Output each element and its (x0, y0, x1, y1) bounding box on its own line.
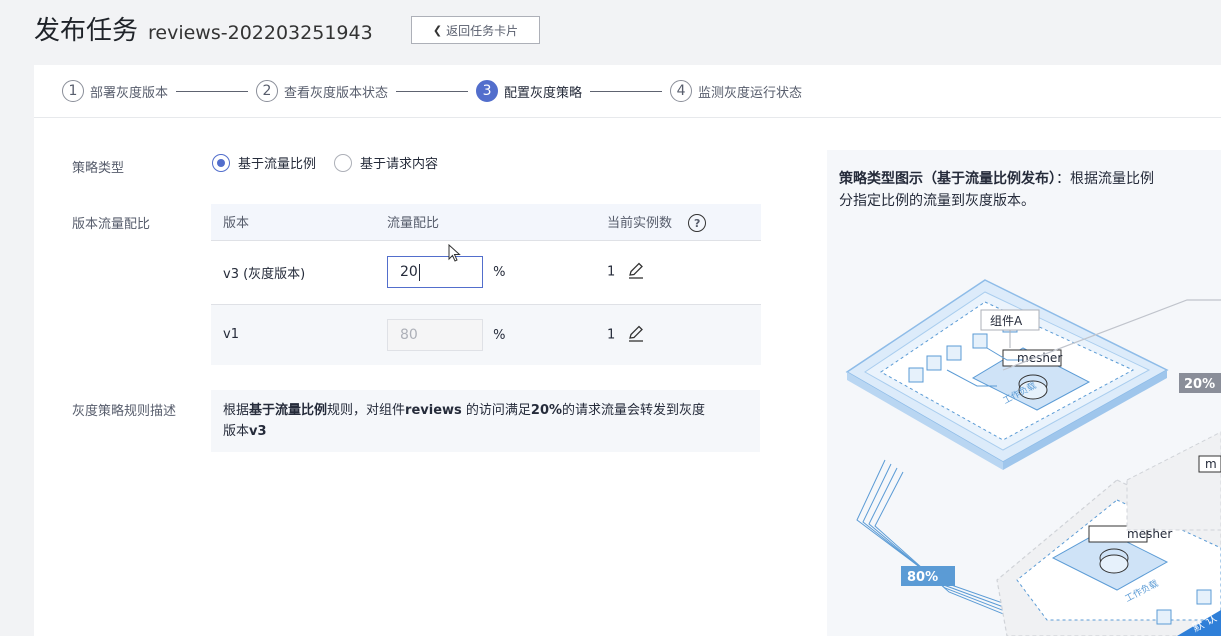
help-icon[interactable]: ? (688, 214, 707, 232)
text-caret (418, 263, 420, 281)
table-row: v1 80 % 1 (211, 303, 761, 365)
component-a-platform (845, 279, 1169, 470)
version-cell: v3 (灰度版本) (211, 239, 375, 304)
edit-pencil-icon[interactable] (627, 324, 645, 346)
step-3-label: 配置灰度策略 (504, 85, 583, 101)
rule-text: 根据 (223, 403, 250, 418)
pct-80-label: 80% (907, 570, 938, 585)
right-edge-label: m (1205, 457, 1217, 471)
traffic-diagram: mesher 工作负载 组件A 20% 80% mesher 工作负载 m 默 … (845, 279, 1221, 636)
back-to-task-card-button[interactable]: ❮ 返回任务卡片 (411, 16, 540, 44)
main-card: 1 部署灰度版本 2 查看灰度版本状态 3 配置灰度策略 4 监测灰度运行状态 … (34, 65, 1221, 636)
rule-text-bold: v3 (249, 424, 267, 439)
instances-cell: 1 (595, 239, 761, 304)
instances-cell: 1 (595, 303, 761, 365)
instance-count: 1 (607, 264, 616, 280)
ratio-cell: 80 % (375, 303, 595, 365)
radio-unchecked-icon[interactable] (334, 153, 353, 172)
version-cell: v1 (211, 303, 375, 365)
step-connector (176, 90, 249, 92)
ratio-cell: 20 % (375, 239, 595, 304)
pct-20-label: 20% (1184, 377, 1215, 392)
table-row: v3 (灰度版本) 20 % 1 (211, 239, 761, 304)
strategy-diagram-panel: 策略类型图示（基于流量比例发布）：根据流量比例 分指定比例的流量到灰度版本。 m… (827, 150, 1221, 636)
col-header-version: 版本 (211, 204, 375, 240)
rule-text: 规则，对组件 (327, 403, 406, 418)
step-2-number: 2 (256, 80, 279, 102)
rule-text: 版本 (223, 424, 250, 439)
rule-text-bold: 20% (530, 403, 563, 418)
radio-request-content[interactable]: 基于请求内容 (334, 153, 438, 172)
mesher-label-top: mesher (1017, 351, 1062, 365)
edit-pencil-icon[interactable] (627, 261, 645, 283)
col-header-instances-label: 当前实例数 (607, 215, 673, 231)
radio-traffic-ratio-label: 基于流量比例 (238, 157, 317, 172)
step-connector (396, 90, 469, 92)
mesher-label-bottom: mesher (1127, 527, 1172, 541)
mouse-cursor-icon (448, 244, 461, 262)
step-1: 1 部署灰度版本 (62, 80, 168, 102)
radio-traffic-ratio[interactable]: 基于流量比例 (212, 153, 316, 172)
step-indicator: 1 部署灰度版本 2 查看灰度版本状态 3 配置灰度策略 4 监测灰度运行状态 (34, 65, 1221, 118)
radio-checked-icon[interactable] (212, 153, 230, 172)
back-button-label: 返回任务卡片 (446, 23, 519, 38)
step-3-number: 3 (476, 80, 499, 102)
policy-type-label: 策略类型 (72, 161, 125, 176)
step-4-label: 监测灰度运行状态 (698, 85, 803, 101)
table-header-row: 版本 流量配比 当前实例数 ? (211, 204, 761, 240)
percent-unit: % (493, 327, 506, 343)
policy-type-radio-group: 基于流量比例 基于请求内容 (212, 153, 446, 172)
col-header-instances: 当前实例数 ? (595, 204, 761, 240)
step-4: 4 监测灰度运行状态 (670, 80, 802, 102)
step-1-number: 1 (62, 80, 84, 102)
rule-text-bold: reviews (405, 403, 462, 418)
percent-unit: % (493, 265, 506, 280)
task-name: reviews-202203251943 (148, 22, 373, 44)
step-2-label: 查看灰度版本状态 (284, 85, 389, 101)
page-title-text: 发布任务 (34, 16, 139, 46)
page-title: 发布任务 reviews-202203251943 (34, 10, 373, 47)
default-version-platform (996, 431, 1221, 636)
ratio-input-value: 20 (400, 264, 418, 280)
rule-label: 灰度策略规则描述 (72, 404, 177, 419)
ratio-input-value: 80 (400, 326, 418, 343)
rule-description: 根据基于流量比例规则，对组件reviews 的访问满足20%的请求流量会转发到灰… (211, 390, 760, 452)
step-connector (590, 90, 663, 92)
col-header-ratio: 流量配比 (375, 204, 595, 240)
ratio-label: 版本流量配比 (72, 217, 151, 232)
step-2: 2 查看灰度版本状态 (256, 80, 388, 102)
instance-count: 1 (607, 327, 616, 343)
version-ratio-table: 版本 流量配比 当前实例数 ? v3 (灰度版本) 20 % 1 v1 80 %… (211, 204, 761, 365)
component-label: 组件A (990, 314, 1023, 328)
ratio-input-v3[interactable]: 20 (387, 256, 483, 288)
ratio-input-v1: 80 (387, 318, 483, 351)
step-4-number: 4 (670, 80, 693, 102)
rule-text-bold: 基于流量比例 (249, 403, 328, 418)
rule-text: 的请求流量会转发到灰度 (562, 403, 706, 418)
radio-request-content-label: 基于请求内容 (360, 157, 439, 172)
step-1-label: 部署灰度版本 (90, 85, 169, 101)
step-3: 3 配置灰度策略 (476, 80, 582, 102)
rule-text: 的访问满足 (461, 403, 531, 418)
chevron-left-icon: ❮ (432, 23, 443, 37)
